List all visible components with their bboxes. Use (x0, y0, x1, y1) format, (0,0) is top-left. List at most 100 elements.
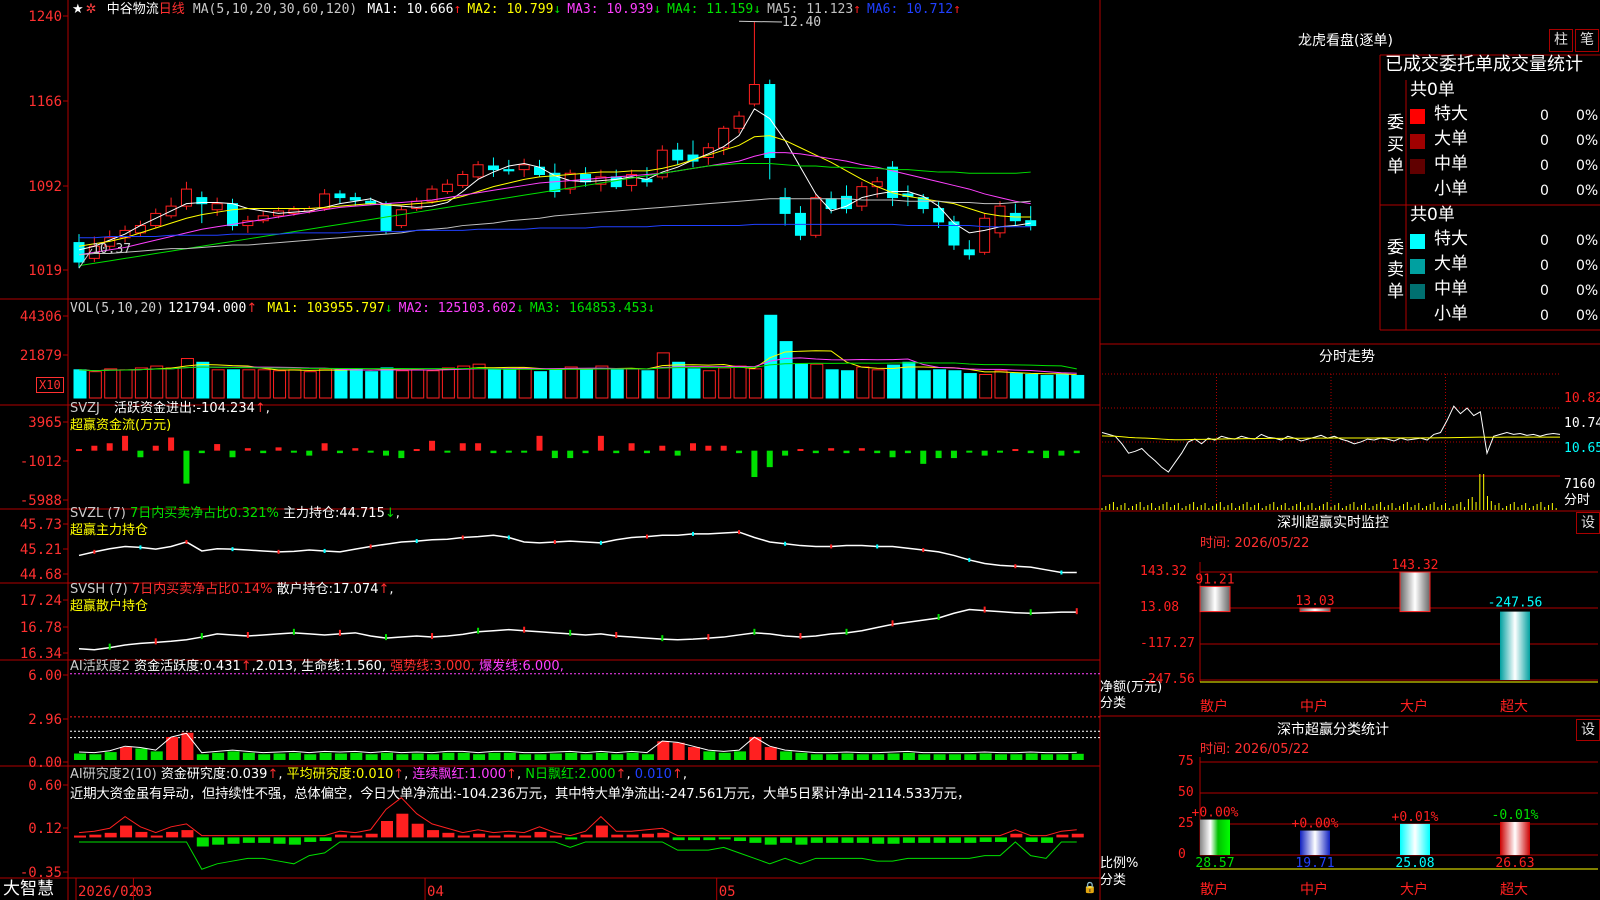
svzj-bar (1043, 450, 1050, 459)
volume-bar (534, 371, 547, 399)
volume-bar (580, 369, 594, 399)
svzj-bar (168, 437, 175, 451)
volume-bar (73, 369, 87, 399)
svsh-dot (661, 635, 664, 642)
ai1-bar (1041, 754, 1054, 760)
order-percent: 0% (1576, 283, 1599, 299)
fl-change-label: -0.01% (1492, 808, 1539, 823)
ma-arrow: ↓ (653, 2, 662, 17)
ai1-bar (457, 752, 470, 760)
tick-view-button[interactable]: 笔 (1575, 29, 1599, 52)
svsh-line (78, 608, 1077, 651)
lock-icon[interactable]: 🔒 (1083, 882, 1097, 893)
svzl-dot (231, 547, 234, 552)
candle-body (441, 183, 453, 193)
x-axis-label: 03 (135, 884, 152, 900)
volume-bar (242, 369, 256, 399)
high-marker (739, 20, 783, 23)
vol-ma-arrow: ↓ (647, 301, 656, 316)
svsh-dot (246, 632, 249, 638)
ai2-bar (273, 837, 286, 844)
sz-category-label: 大户 (1400, 699, 1428, 715)
ai1-bar (641, 754, 654, 760)
svzl-subtitle: 超赢主力持仓 (70, 523, 149, 538)
ai1-bar (396, 754, 409, 760)
svsh-header: SVSH (7) 7日内买卖净占比0.14% 散户持仓:17.074↑, (70, 582, 394, 597)
ai1-bar (718, 752, 731, 760)
candle-body (395, 209, 407, 227)
fl-stats-settings-button[interactable]: 设 (1576, 719, 1600, 741)
column-view-button[interactable]: 柱 (1549, 29, 1573, 52)
svzl-label: 7日内买卖净占比0.321% (129, 506, 279, 521)
sz-monitor-settings-button[interactable]: 设 (1576, 512, 1600, 534)
volume-bar (303, 371, 317, 399)
star-icon[interactable]: ★ (72, 2, 84, 17)
stock-name[interactable]: 中谷物流 (107, 2, 159, 17)
settings-icon[interactable]: ✲ (86, 2, 97, 17)
ai1-bar (74, 753, 86, 760)
ai1-bar (918, 754, 931, 760)
ai2-bar (150, 835, 163, 838)
ma-definition: MA(5,10,20,30,60,120) (192, 2, 358, 17)
ai2-v4: 2.000 (578, 767, 616, 782)
ai2-bar (810, 837, 823, 843)
svsh-dot (477, 627, 480, 634)
ai1-bar (350, 752, 363, 760)
order-count: 0 (1540, 233, 1549, 249)
svzj-bar (244, 448, 251, 451)
ai2-bar (427, 830, 440, 838)
volume-bar (395, 370, 409, 399)
vol-ma-item: MA3: 164853.453 (529, 301, 648, 316)
ai1-label3: 生命线: (301, 659, 345, 674)
svsh-dot (154, 638, 157, 645)
volume-bar (503, 368, 517, 399)
candle-body (779, 197, 791, 214)
ai2-bar (872, 837, 885, 844)
ai1-bar (1056, 754, 1069, 760)
ai2-chart (74, 813, 1084, 847)
svzl-dot (968, 557, 971, 562)
period-label[interactable]: 日线 (159, 2, 185, 17)
svzj-chart (76, 435, 1080, 484)
sz-y-tick: -247.56 (1140, 672, 1195, 687)
svzl-dot (139, 545, 142, 550)
volume-bar (656, 352, 670, 399)
ai2-bar (580, 834, 593, 838)
volume-bar (1071, 374, 1085, 399)
svzl-y-tick: 45.73 (20, 517, 62, 533)
ai1-bar (365, 754, 378, 760)
ai2-bar (181, 830, 194, 838)
fl-y-tick: 50 (1178, 785, 1194, 800)
ai2-bar (457, 835, 470, 838)
ai2-bar (135, 831, 148, 838)
order-color-swatch (1410, 109, 1425, 124)
ai1-bar (89, 754, 102, 760)
order-stats-tabs[interactable]: 已成交委托单成交量统计 (1385, 56, 1583, 74)
volume-bar (841, 370, 854, 399)
ai1-bar (549, 753, 562, 760)
ai2-bar (1056, 834, 1069, 838)
ai2-bar (611, 834, 624, 838)
ai1-bar (334, 753, 347, 760)
ai2-bar (856, 837, 869, 843)
svzj-bar (1012, 449, 1019, 452)
ai1-bar (795, 752, 808, 760)
ai2-bar (242, 837, 255, 843)
fl-bar (1200, 819, 1230, 855)
svzj-bar (122, 435, 129, 451)
candle-body (534, 166, 545, 175)
ai1-bar (519, 754, 532, 760)
svzl-dot (415, 539, 418, 544)
svzj-bar (490, 450, 497, 454)
volume-bar (963, 373, 977, 399)
ai1-bar (565, 752, 578, 760)
ai2-bar (288, 837, 301, 845)
ai1-arrow: ↑ (240, 659, 252, 674)
svzj-bar (1058, 450, 1065, 456)
ai1-bar (534, 754, 547, 760)
ai2-bar (334, 834, 347, 838)
sz-category-label: 散户 (1200, 699, 1228, 715)
svzj-bar (920, 450, 927, 464)
candle-body (810, 197, 822, 236)
svsh-dot (523, 626, 526, 633)
